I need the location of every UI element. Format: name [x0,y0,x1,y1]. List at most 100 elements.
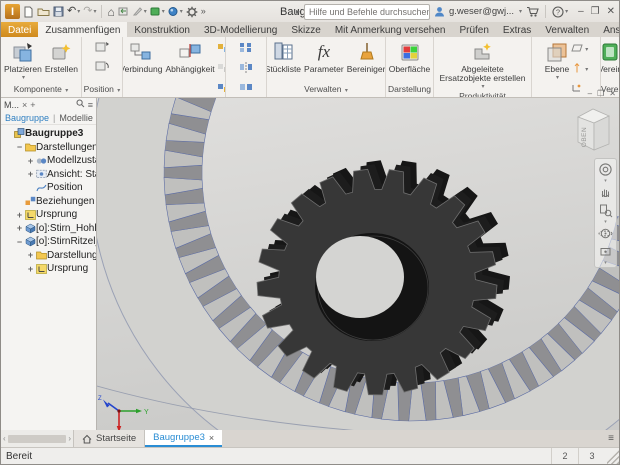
tree-item-baugruppe3[interactable]: Baugruppe3 [1,127,96,141]
group-label-verwalten[interactable]: Verwalten ▾ [267,84,385,97]
vereinfachen-button[interactable]: Verein [601,39,619,75]
erstellen-button[interactable]: Erstellen [44,39,79,75]
stueckliste-button[interactable]: Stückliste [267,39,302,75]
tab-konstruktion[interactable]: Konstruktion [127,22,197,37]
browser-search-icon[interactable] [76,99,85,110]
tab-verwalten[interactable]: Verwalten [538,22,596,37]
tab-3d-modellierung[interactable]: 3D-Modellierung [197,22,284,37]
platzieren-button[interactable]: Platzieren▾ [3,39,43,82]
group-label-komponente[interactable]: Komponente ▾ [1,84,81,97]
viewcube[interactable]: OBEN [570,102,616,159]
home-icon[interactable]: ⌂ [107,6,114,18]
oberflaeche-button[interactable]: Oberfläche [388,39,432,75]
tree-expander[interactable]: − [15,237,24,247]
restore-button[interactable]: ❐ [591,7,600,17]
browser-tab-baugruppe[interactable]: Baugruppe [5,113,49,123]
verbindung-button[interactable]: Verbindung [123,39,163,75]
minimize-button[interactable]: – [578,7,584,17]
browser-menu-icon[interactable]: ≡ [88,100,93,110]
tree-item-ansicht-stand[interactable]: +Ansicht: Stand [1,168,96,182]
browser-add-icon[interactable]: + [30,100,35,110]
bereinigen-button[interactable]: Bereinigen [346,39,386,75]
tab-ansicht[interactable]: Ansicht [596,22,620,37]
tree-item-ursprung[interactable]: +Ursprung [1,262,96,276]
abgeleitete-ersatzobjekte-button[interactable]: Abgeleitete Ersatzobjekte erstellen▾ [437,39,529,91]
store-cart-icon[interactable] [526,6,539,17]
graphics-viewport[interactable]: YXZ OBEN ▾ ▾ ▾ [97,98,619,430]
tab-zusammenf-gen[interactable]: Zusammenfügen [38,22,127,37]
tree-expander[interactable]: + [26,169,35,179]
new-file-icon[interactable] [23,6,34,18]
tab-startseite[interactable]: Startseite [74,430,145,447]
pan-hand-icon[interactable] [597,184,614,201]
browser-tab-modellierung[interactable]: Modellie [59,113,93,123]
appearance-icon[interactable]: ▾ [168,6,183,17]
open-file-icon[interactable] [37,6,50,17]
undo-icon[interactable]: ↶▾ [67,6,80,17]
tree-expander[interactable]: + [26,250,35,260]
user-menu-chevron[interactable]: ▾ [519,8,522,15]
free-move-icon[interactable] [95,40,110,58]
work-plane-small-icon[interactable] [571,40,583,58]
help-search-input[interactable]: Hilfe und Befehle durchsuchen... [304,4,430,20]
tree-expander[interactable]: + [15,210,24,220]
work-point-icon[interactable] [571,80,583,97]
tree-item-darstellungen[interactable]: +Darstellungen [1,249,96,263]
tree-expander[interactable]: − [15,142,24,152]
pattern-copy-icon[interactable] [239,80,253,97]
doc-restore-button[interactable]: ❐ [597,89,604,98]
free-rotate-icon[interactable] [95,60,110,78]
parameter-button[interactable]: fx Parameter [303,39,345,75]
tab-skizze[interactable]: Skizze [284,22,327,37]
orbit-icon[interactable] [597,225,614,242]
tree-expander[interactable]: + [26,264,35,274]
look-at-icon[interactable] [597,243,614,260]
material-icon[interactable]: ▾ [150,6,165,17]
ebene-button[interactable]: Ebene▾ [544,39,571,82]
settings-gear-icon[interactable] [186,6,198,18]
tree-item--o-stirn-hohlrad[interactable]: +[o]:Stirn_Hohlrad [1,222,96,236]
pattern-mirror-icon[interactable] [239,60,253,78]
doc-close-button[interactable]: ✕ [609,89,616,98]
redo-icon[interactable]: ↷▾ [83,6,96,17]
tree-item-modellzustand[interactable]: +Modellzustand [1,154,96,168]
browser-close-icon[interactable]: × [22,100,27,110]
group-label-position[interactable]: Position ▾ [82,84,122,97]
tree-item-darstellungen[interactable]: −Darstellungen [1,141,96,155]
doc-minimize-button[interactable]: – [588,89,592,98]
qat-overflow-chevron[interactable]: » [201,7,206,16]
tab-close-icon[interactable]: × [209,433,214,443]
search-collapse-chevron[interactable]: ▸ [296,8,300,16]
save-icon[interactable] [53,6,64,17]
tab-extras[interactable]: Extras [496,22,538,37]
tree-item-position[interactable]: Position [1,181,96,195]
browser-hscrollbar[interactable]: ‹› [1,430,74,447]
user-avatar-icon[interactable] [434,6,445,17]
relations-icon [24,196,36,206]
resize-grip[interactable] [607,448,619,464]
tab-mit-anmerkung-versehen[interactable]: Mit Anmerkung versehen [328,22,453,37]
pattern-rect-icon[interactable] [239,40,253,58]
assembly-constraint-icon[interactable] [217,40,226,58]
tab-list-menu-icon[interactable]: ≡ [603,430,619,447]
zoom-icon[interactable] [597,202,614,219]
constraint-set-icon[interactable] [217,60,226,78]
close-button[interactable]: ✕ [607,7,615,17]
tree-item--o-stirnritzel-in[interactable]: −[o]:StirnRitzel_In [1,235,96,249]
sketch-icon[interactable]: ▾ [132,6,147,17]
tree-expander[interactable]: + [26,156,35,166]
tree-expander[interactable]: + [15,223,24,233]
show-constraints-icon[interactable] [217,80,226,97]
tree-item-ursprung[interactable]: +Ursprung [1,208,96,222]
navigation-wheel-icon[interactable] [597,161,614,178]
tree-item-beziehungen[interactable]: Beziehungen [1,195,96,209]
inventor-logo-icon[interactable]: I [5,4,20,19]
tab-datei[interactable]: Datei [1,22,38,37]
return-icon[interactable] [118,6,129,17]
help-icon[interactable]: ?▾ [552,6,568,18]
tab-pr-fen[interactable]: Prüfen [452,22,495,37]
work-axis-icon[interactable] [571,60,583,78]
tab-baugruppe3[interactable]: Baugruppe3 × [145,430,222,447]
abhaengigkeit-button[interactable]: Abhängigkeit [164,39,215,75]
signed-in-user[interactable]: g.weser@gwj... [449,6,514,17]
